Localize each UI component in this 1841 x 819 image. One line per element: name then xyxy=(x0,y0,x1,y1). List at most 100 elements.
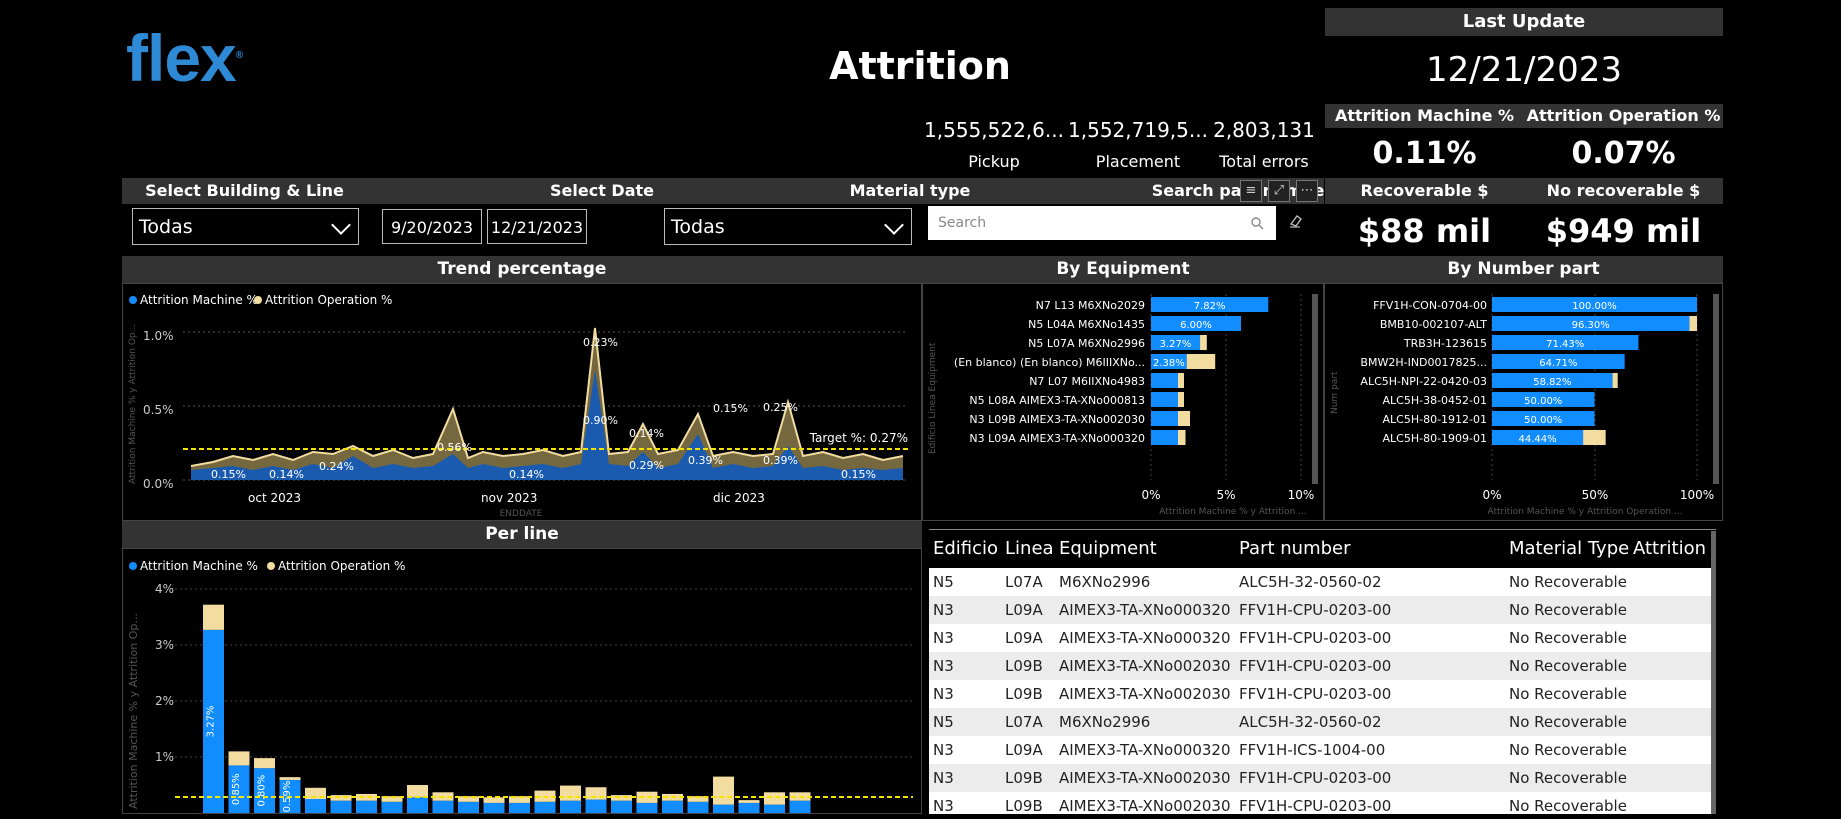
bar-category-label: ALC5H-38-0452-01 xyxy=(1383,394,1488,407)
col-part-number[interactable]: Part number xyxy=(1239,530,1351,568)
kpi-total-errors-label: Total errors xyxy=(1219,152,1309,171)
trend-xlabel: ENDDATE xyxy=(500,509,543,519)
perline-bar-operation xyxy=(203,604,224,630)
bar-operation xyxy=(1178,373,1184,388)
trend-panel: Attrition Machine % Attrition Operation … xyxy=(122,283,922,521)
more-options-icon[interactable]: ⋯ xyxy=(1296,180,1318,202)
table-row[interactable]: N3 L09B AIMEX3-TA-XNo002030 FFV1H-CPU-0203-… xyxy=(929,792,1716,814)
perline-legend-operation-marker xyxy=(267,562,275,570)
page-title: Attrition xyxy=(829,44,1011,88)
trend-label-7: 0.90% xyxy=(583,414,618,427)
table-cell: AIMEX3-TA-XNo000320 xyxy=(1059,741,1231,759)
table-row[interactable]: N3 L09A AIMEX3-TA-XNo000320 FFV1H-CPU-0203-… xyxy=(929,624,1716,652)
perline-bar-operation xyxy=(738,800,760,803)
perline-bar-machine xyxy=(509,802,530,813)
table-scrollbar[interactable] xyxy=(1711,531,1716,814)
legend-machine-marker xyxy=(129,296,137,304)
perline-bar-label: 0.85% xyxy=(231,773,242,805)
perline-bar-machine xyxy=(585,799,607,813)
col-attrition[interactable]: Attrition M xyxy=(1633,530,1716,568)
col-edificio[interactable]: Edificio xyxy=(933,530,998,568)
trend-label-3: 0.24% xyxy=(319,460,354,473)
date-from-input[interactable]: 9/20/2023 xyxy=(382,209,482,244)
table-row[interactable]: N3 L09B AIMEX3-TA-XNo002030 FFV1H-CPU-0203-… xyxy=(929,680,1716,708)
kpi-pickup-label: Pickup xyxy=(968,152,1020,171)
bar-value-label: 7.82% xyxy=(1194,301,1226,312)
perline-bar-machine xyxy=(381,801,403,813)
trend-label-10: 0.15% xyxy=(841,468,876,481)
bar-category-label: FFV1H-CON-0704-00 xyxy=(1373,299,1487,312)
search-icon xyxy=(1251,217,1264,230)
table-cell: FFV1H-CPU-0203-00 xyxy=(1239,629,1392,647)
table-cell: AIMEX3-TA-XNo002030 xyxy=(1059,685,1231,703)
table-cell: No Recoverable xyxy=(1509,769,1627,787)
bar-category-label: N5 L07A M6XNo2996 xyxy=(1028,337,1145,350)
building-filter-label: Select Building & Line xyxy=(145,181,344,200)
bar-category-label: BMB10-002107-ALT xyxy=(1380,318,1487,331)
attrition-operation-value: 0.07% xyxy=(1571,136,1676,171)
table-cell: No Recoverable xyxy=(1509,685,1627,703)
table-row[interactable]: N5 L07A M6XNo2996 ALC5H-32-0560-02 No Recove… xyxy=(929,708,1716,736)
trend-label-8: 0.14% xyxy=(629,427,664,440)
table-cell: No Recoverable xyxy=(1509,657,1627,675)
perline-ytick-3: 3% xyxy=(155,638,174,652)
bar-value-label: 71.43% xyxy=(1546,339,1584,350)
table-row[interactable]: N3 L09B AIMEX3-TA-XNo002030 FFV1H-CPU-0203-… xyxy=(929,764,1716,792)
table-cell: L09A xyxy=(1005,629,1043,647)
search-input[interactable]: Search xyxy=(928,206,1276,240)
table-cell: L09B xyxy=(1005,685,1043,703)
table-cell: N5 xyxy=(933,713,954,731)
bar-category-label: N5 L08A AIMEX3-TA-XNo000813 xyxy=(969,394,1145,407)
table-cell: AIMEX3-TA-XNo000320 xyxy=(1059,629,1231,647)
perline-ytick-2: 2% xyxy=(155,694,174,708)
legend-operation-label: Attrition Operation % xyxy=(265,293,392,307)
perline-title: Per line xyxy=(122,521,922,548)
perline-bar-machine xyxy=(305,799,326,813)
bar-category-label: ALC5H-80-1909-01 xyxy=(1383,432,1488,445)
table-cell: N3 xyxy=(933,797,954,814)
focus-mode-icon[interactable]: ⤢ xyxy=(1268,180,1290,202)
table-cell: L07A xyxy=(1005,573,1043,591)
perline-bar-operation xyxy=(483,797,505,803)
detail-table[interactable]: Edificio Linea Equipment Part number Mat… xyxy=(929,529,1716,814)
no-recoverable-value: $949 mil xyxy=(1545,212,1702,250)
building-line-dropdown[interactable]: Todas xyxy=(132,208,359,245)
trend-ytick-0: 0.0% xyxy=(143,477,174,491)
col-equipment[interactable]: Equipment xyxy=(1059,530,1157,568)
attrition-header-bar: Attrition Machine % Attrition Operation … xyxy=(1325,104,1723,128)
eq-xtick-10: 10% xyxy=(1288,488,1315,502)
perline-bar-operation xyxy=(279,777,301,780)
col-material-type[interactable]: Material Type xyxy=(1509,530,1629,568)
material-type-dropdown[interactable]: Todas xyxy=(664,208,912,245)
kpi-total-errors-value: 2,803,131 xyxy=(1213,118,1315,142)
eq-scrollbar xyxy=(1312,294,1318,484)
bar-category-label: (En blanco) (En blanco) M6IIIXNo... xyxy=(954,356,1145,369)
bar-operation xyxy=(1186,354,1216,369)
bar-machine xyxy=(1151,411,1178,426)
perline-bar-operation xyxy=(330,795,352,801)
target-label: Target %: 0.27% xyxy=(809,431,908,445)
table-row[interactable]: N3 L09B AIMEX3-TA-XNo002030 FFV1H-CPU-0203-… xyxy=(929,652,1716,680)
bar-value-label: 50.00% xyxy=(1524,396,1562,407)
trend-label-9: 0.29% xyxy=(629,459,664,472)
table-cell: No Recoverable xyxy=(1509,573,1627,591)
bar-value-label: 3.27% xyxy=(1160,339,1192,350)
filter-header-bar: Select Building & Line Select Date Mater… xyxy=(122,178,1332,204)
eraser-icon[interactable] xyxy=(1288,213,1304,229)
bar-value-label: 50.00% xyxy=(1524,415,1562,426)
date-to-input[interactable]: 12/21/2023 xyxy=(487,209,587,244)
col-linea[interactable]: Linea xyxy=(1005,530,1054,568)
trend-title: Trend percentage xyxy=(122,256,922,283)
equipment-title: By Equipment xyxy=(922,256,1324,283)
chevron-down-icon xyxy=(884,215,904,235)
table-cell: M6XNo2996 xyxy=(1059,573,1151,591)
table-row[interactable]: N5 L07A M6XNo2996 ALC5H-32-0560-02 No Recove… xyxy=(929,568,1716,596)
table-cell: No Recoverable xyxy=(1509,797,1627,814)
numberpart-chart: 0% 50% 100% Attrition Machine % y Attrit… xyxy=(1330,294,1719,517)
trend-label-6: 0.23% xyxy=(583,336,618,349)
filter-icon[interactable]: ≡ xyxy=(1240,180,1262,202)
table-row[interactable]: N3 L09A AIMEX3-TA-XNo000320 FFV1H-CPU-0203-… xyxy=(929,596,1716,624)
bar-operation xyxy=(1178,392,1184,407)
eq-xtick-0: 0% xyxy=(1141,488,1160,502)
table-row[interactable]: N3 L09A AIMEX3-TA-XNo000320 FFV1H-ICS-1004-… xyxy=(929,736,1716,764)
